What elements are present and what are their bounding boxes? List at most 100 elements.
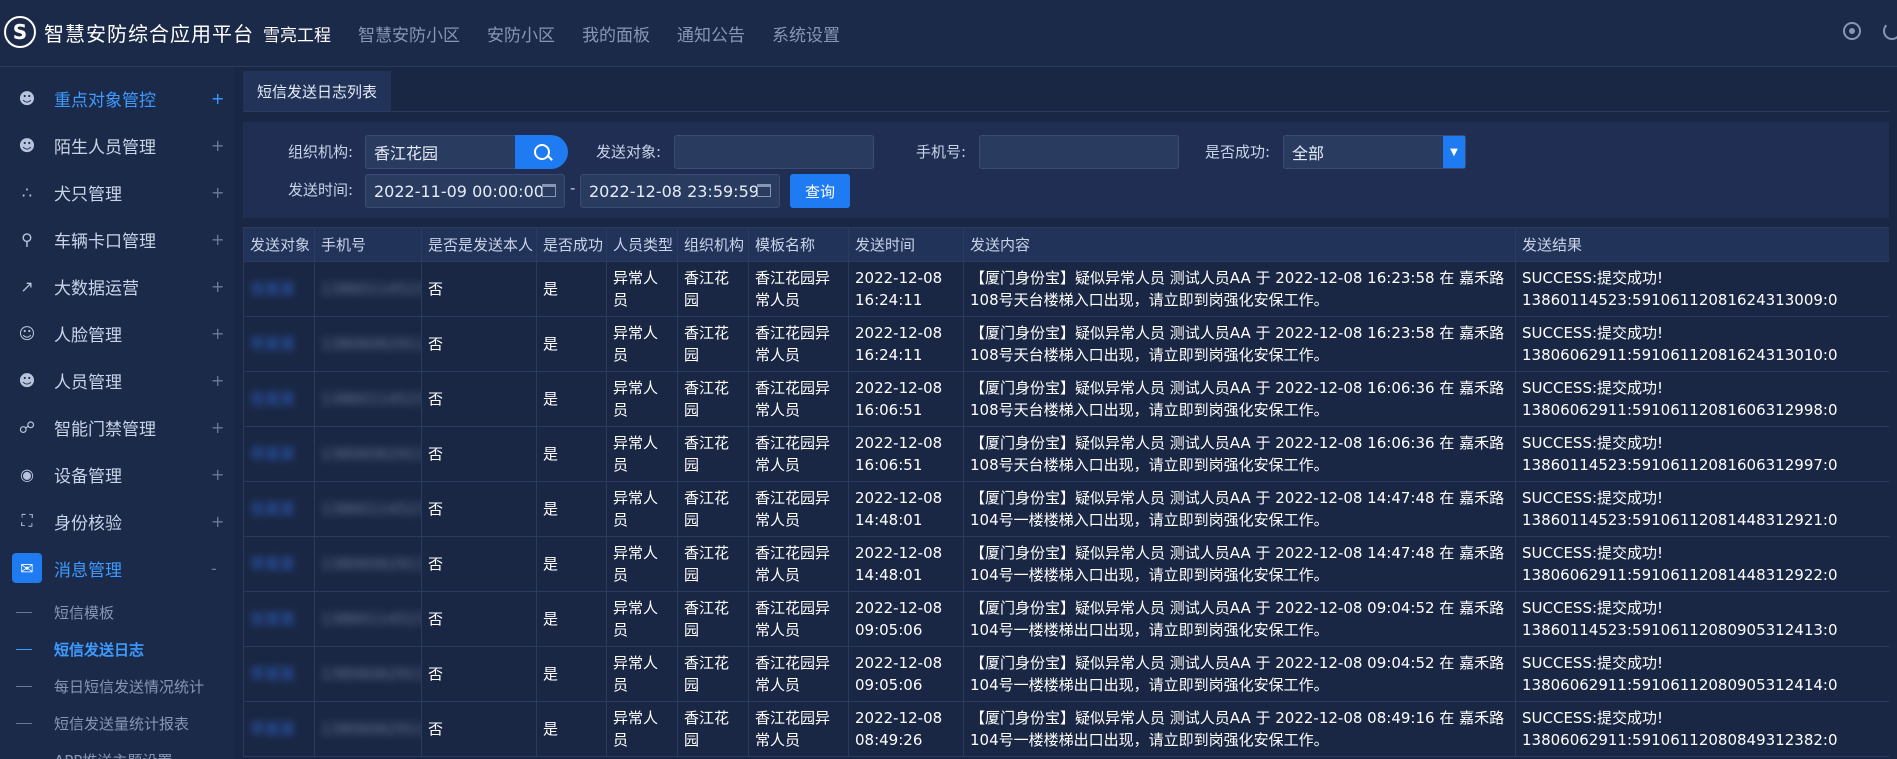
sidebar-subitem-app-push[interactable]: APP推送主题设置 bbox=[0, 743, 235, 759]
cell-self: 否 bbox=[421, 316, 537, 372]
cell-template: 香江花园异常人员 bbox=[748, 371, 849, 427]
cell-template: 香江花园异常人员 bbox=[748, 316, 849, 372]
cell-self: 否 bbox=[421, 371, 537, 427]
col-header-phone: 手机号 bbox=[314, 227, 422, 262]
cell-template: 香江花园异常人员 bbox=[748, 481, 849, 537]
tab-sms-log-list[interactable]: 短信发送日志列表 bbox=[243, 71, 392, 111]
cell-time: 2022-12-08 16:24:11 bbox=[848, 261, 964, 317]
table-row[interactable]: 李某某 13806062911 否 是 异常人员 香江花园 香江花园异常人员 2… bbox=[243, 426, 1889, 482]
target-input[interactable] bbox=[674, 135, 874, 169]
nav-xueliang[interactable]: 雪亮工程 bbox=[263, 21, 331, 46]
cell-result: SUCCESS:提交成功! 13806062911:591061120814483… bbox=[1515, 536, 1889, 592]
nav-system-settings[interactable]: 系统设置 bbox=[772, 21, 840, 46]
sidebar-item-people[interactable]: ☻ 人员管理 + bbox=[0, 357, 235, 403]
table-row[interactable]: 张某某 13860114523 否 是 异常人员 香江花园 香江花园异常人员 2… bbox=[243, 591, 1889, 647]
cell-time: 2022-12-08 16:24:11 bbox=[848, 316, 964, 372]
cell-content: 【厦门身份宝】疑似异常人员 测试人员AA 于 2022-12-08 16:06:… bbox=[963, 426, 1516, 482]
cell-result: SUCCESS:提交成功! 13806062911:591061120809053… bbox=[1515, 646, 1889, 702]
power-icon[interactable] bbox=[1883, 22, 1897, 40]
user-icon: ☻ bbox=[18, 135, 36, 155]
phone-input[interactable] bbox=[979, 135, 1179, 169]
expand-icon[interactable]: + bbox=[211, 230, 224, 249]
org-label: 组织机构: bbox=[288, 143, 354, 161]
expand-icon[interactable]: + bbox=[211, 418, 224, 437]
time-end-input[interactable]: 2022-12-08 23:59:59 bbox=[580, 174, 780, 208]
table-row[interactable]: 李某某 13806062911 否 是 异常人员 香江花园 香江花园异常人员 2… bbox=[243, 536, 1889, 592]
success-select[interactable]: 全部 ▼ bbox=[1283, 135, 1466, 169]
col-header-success: 是否成功 bbox=[536, 227, 607, 262]
scan-icon: ⛶ bbox=[21, 511, 33, 530]
org-input[interactable]: 香江花园 bbox=[365, 135, 520, 169]
cell-target: 李某某 bbox=[243, 536, 315, 592]
nav-security-community[interactable]: 安防小区 bbox=[487, 21, 555, 46]
cell-content: 【厦门身份宝】疑似异常人员 测试人员AA 于 2022-12-08 14:47:… bbox=[963, 536, 1516, 592]
sidebar-subitem-volume-report[interactable]: 短信发送量统计报表 bbox=[0, 706, 235, 740]
expand-icon[interactable]: + bbox=[211, 89, 224, 108]
cell-success: 是 bbox=[536, 536, 607, 592]
cell-result: SUCCESS:提交成功! 13860114523:591061120816063… bbox=[1515, 426, 1889, 482]
sidebar-item-faces[interactable]: ☺ 人脸管理 + bbox=[0, 310, 235, 356]
time-start-input[interactable]: 2022-11-09 00:00:00 bbox=[365, 174, 565, 208]
collapse-icon[interactable]: - bbox=[211, 559, 217, 578]
sidebar-item-dogs[interactable]: ∴ 犬只管理 + bbox=[0, 169, 235, 215]
sidebar-item-bigdata[interactable]: ↗ 大数据运营 + bbox=[0, 263, 235, 309]
sidebar-item-label: 人脸管理 bbox=[54, 325, 122, 346]
expand-icon[interactable]: + bbox=[211, 324, 224, 343]
expand-icon[interactable]: + bbox=[211, 136, 224, 155]
sidebar-subitem-sms-log[interactable]: 短信发送日志 bbox=[0, 632, 235, 666]
dash-icon bbox=[16, 648, 32, 650]
sidebar-item-key-objects[interactable]: ☻ 重点对象管控 + bbox=[0, 75, 235, 121]
calendar-icon[interactable] bbox=[542, 184, 556, 197]
cell-result: SUCCESS:提交成功! 13806062911:591061120808493… bbox=[1515, 701, 1889, 757]
query-button[interactable]: 查询 bbox=[790, 174, 850, 208]
cell-org: 香江花园 bbox=[677, 646, 749, 702]
cell-self: 否 bbox=[421, 481, 537, 537]
table-row[interactable]: 张某某 13860114523 否 是 异常人员 香江花园 香江花园异常人员 2… bbox=[243, 261, 1889, 317]
cell-self: 否 bbox=[421, 426, 537, 482]
table-row[interactable]: 张某某 13860114523 否 是 异常人员 香江花园 香江花园异常人员 2… bbox=[243, 481, 1889, 537]
search-icon bbox=[533, 144, 550, 160]
app-logo[interactable]: S 智慧安防综合应用平台 bbox=[4, 16, 254, 48]
cell-target: 李某某 bbox=[243, 701, 315, 757]
cell-type: 异常人员 bbox=[606, 481, 678, 537]
cell-time: 2022-12-08 09:05:06 bbox=[848, 646, 964, 702]
sidebar-subitem-sms-template[interactable]: 短信模板 bbox=[0, 595, 235, 629]
sidebar-item-identity[interactable]: ⛶ 身份核验 + bbox=[0, 498, 235, 544]
sidebar-item-devices[interactable]: ◉ 设备管理 + bbox=[0, 451, 235, 497]
sidebar-item-access-control[interactable]: ☍ 智能门禁管理 + bbox=[0, 404, 235, 450]
chat-icon: ✉ bbox=[12, 553, 42, 583]
table-row[interactable]: 李某某 13806062911 否 是 异常人员 香江花园 香江花园异常人员 2… bbox=[243, 316, 1889, 372]
cell-template: 香江花园异常人员 bbox=[748, 646, 849, 702]
expand-icon[interactable]: + bbox=[211, 465, 224, 484]
cell-target: 李某某 bbox=[243, 646, 315, 702]
sidebar-subitem-daily-stats[interactable]: 每日短信发送情况统计 bbox=[0, 669, 235, 703]
nav-smart-community[interactable]: 智慧安防小区 bbox=[358, 21, 460, 46]
sidebar-item-messages[interactable]: ✉ 消息管理 - bbox=[0, 545, 235, 591]
sidebar-item-label: 车辆卡口管理 bbox=[54, 231, 156, 252]
sidebar-item-vehicles[interactable]: ⚲ 车辆卡口管理 + bbox=[0, 216, 235, 262]
cell-result: SUCCESS:提交成功! 13860114523:591061120809053… bbox=[1515, 591, 1889, 647]
expand-icon[interactable]: + bbox=[211, 512, 224, 531]
cell-success: 是 bbox=[536, 371, 607, 427]
sidebar-item-strangers[interactable]: ☻ 陌生人员管理 + bbox=[0, 122, 235, 168]
calendar-icon[interactable] bbox=[757, 184, 771, 197]
expand-icon[interactable]: + bbox=[211, 183, 224, 202]
trend-icon: ↗ bbox=[20, 276, 34, 296]
cell-self: 否 bbox=[421, 701, 537, 757]
org-search-button[interactable] bbox=[515, 135, 568, 169]
chevron-down-icon[interactable]: ▼ bbox=[1443, 136, 1465, 168]
cell-phone: 13806062911 bbox=[314, 426, 422, 482]
table-row[interactable]: 李某某 13806062911 否 是 异常人员 香江花园 香江花园异常人员 2… bbox=[243, 646, 1889, 702]
gear-icon[interactable] bbox=[1843, 22, 1861, 40]
table-row[interactable]: 李某某 13806062911 否 是 异常人员 香江花园 香江花园异常人员 2… bbox=[243, 701, 1889, 757]
cell-org: 香江花园 bbox=[677, 591, 749, 647]
cell-phone: 13860114523 bbox=[314, 371, 422, 427]
cell-org: 香江花园 bbox=[677, 701, 749, 757]
expand-icon[interactable]: + bbox=[211, 371, 224, 390]
nav-my-panel[interactable]: 我的面板 bbox=[582, 21, 650, 46]
expand-icon[interactable]: + bbox=[211, 277, 224, 296]
cell-content: 【厦门身份宝】疑似异常人员 测试人员AA 于 2022-12-08 16:23:… bbox=[963, 316, 1516, 372]
nav-notices[interactable]: 通知公告 bbox=[677, 21, 745, 46]
cell-phone: 13860114523 bbox=[314, 261, 422, 317]
table-row[interactable]: 张某某 13860114523 否 是 异常人员 香江花园 香江花园异常人员 2… bbox=[243, 371, 1889, 427]
